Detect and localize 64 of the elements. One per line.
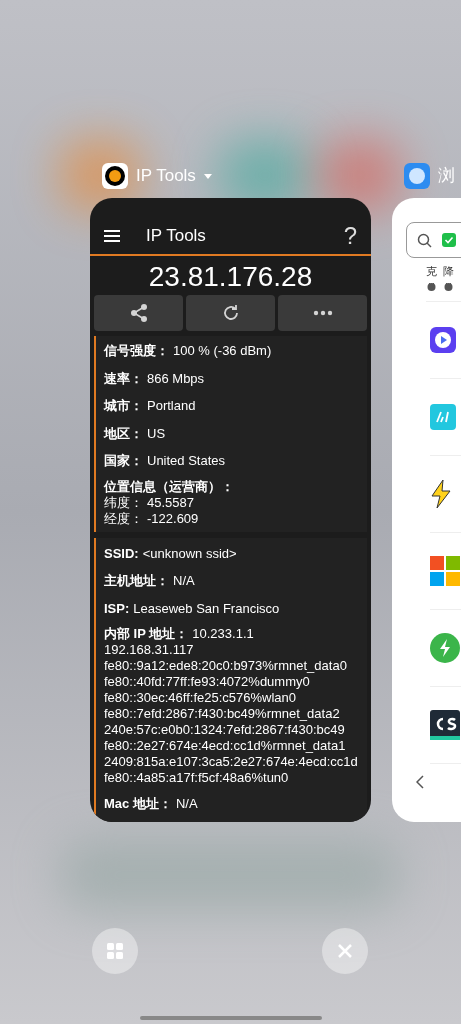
share-icon [128, 303, 149, 323]
ip-address-line: 2409:815a:e107:3ca5:2e27:674e:4ecd:cc1d [104, 754, 359, 770]
info-value: United States [147, 452, 226, 470]
ip-address-line: fe80::7efd:2867:f430:bc49%rmnet_data2 [104, 706, 341, 722]
help-button[interactable]: ? [343, 218, 357, 254]
shortcut-label[interactable]: 克 [426, 264, 437, 281]
ip-address-line: 240e:57c:e0b0:1324:7efd:2867:f430:bc49 [104, 722, 346, 738]
bug-icon [426, 280, 437, 291]
close-icon [337, 943, 353, 959]
app-logo-icon [430, 403, 456, 430]
bug-icon [443, 280, 454, 291]
play-app-icon [430, 326, 456, 353]
info-label: Mac 地址： [104, 795, 172, 813]
search-icon [417, 232, 432, 248]
more-icon [312, 310, 333, 316]
info-value: 100 % (-36 dBm) [173, 342, 272, 360]
info-label: SSID: [104, 544, 139, 563]
action-button[interactable] [94, 295, 183, 331]
info-value: Portland [147, 397, 196, 415]
ip-address-line: fe80::2e27:674e:4ecd:cc1d%rmnet_data1 [104, 738, 347, 754]
four-squares-icon [430, 555, 460, 586]
info-value: US [147, 424, 166, 443]
info-label: 城市： [104, 397, 143, 415]
back-icon[interactable] [416, 774, 424, 789]
ip-address-line: fe80::30ec:46ff:fe25:c576%wlan0 [104, 690, 298, 706]
caret-icon[interactable] [203, 173, 212, 179]
browser-app-icon[interactable] [404, 163, 430, 189]
ip-address: 23.81.176.28 [147, 260, 314, 294]
lightning-icon [430, 478, 452, 509]
app-icon[interactable] [102, 163, 128, 189]
info-label: ISP: [104, 599, 130, 618]
info-label: 地区： [104, 424, 143, 443]
ip-address-line: fe80::9a12:ede8:20c0:b973%rmnet_data0 [104, 658, 348, 674]
bolt-circle-icon [430, 632, 460, 663]
cs-logo-icon [430, 709, 460, 740]
info-value: N/A [175, 795, 198, 813]
info-label: 信号强度： [104, 342, 169, 360]
grid-button[interactable] [92, 928, 138, 974]
app-card[interactable] [90, 198, 371, 822]
info-label: 纬度： [104, 494, 143, 511]
info-value: 10.233.1.1 [192, 626, 254, 642]
info-value: Leaseweb San Francisco [133, 599, 280, 618]
app-bar-title: IP Tools [146, 225, 206, 248]
info-label: 速率： [104, 369, 143, 388]
info-value: N/A [173, 572, 195, 590]
action-button[interactable] [186, 295, 275, 331]
info-value: <unknown ssid> [142, 544, 237, 563]
ip-address-line: fe80::4a85:a17f:f5cf:48a6%tun0 [104, 770, 290, 786]
info-label: 内部 IP 地址： [104, 626, 189, 642]
info-label: 经度： [104, 510, 143, 527]
grid-icon [107, 943, 123, 959]
ip-address-line: 192.168.31.117 [104, 642, 195, 658]
menu-icon[interactable] [104, 230, 120, 242]
app-card[interactable]: 克 降 [392, 198, 461, 822]
shortcut-label[interactable]: 降 [443, 264, 454, 281]
info-label: 国家： [104, 452, 143, 470]
info-label: 主机地址： [104, 572, 169, 590]
info-value: 45.5587 [147, 494, 194, 511]
info-value: -122.609 [147, 510, 199, 527]
info-label: 位置信息（运营商）： [104, 478, 235, 495]
info-value: 866 Mbps [147, 369, 205, 388]
close-all-button[interactable] [322, 928, 368, 974]
ip-address-line: fe80::40fd:77ff:fe93:4072%dummy0 [104, 674, 311, 690]
shield-icon [442, 233, 456, 247]
